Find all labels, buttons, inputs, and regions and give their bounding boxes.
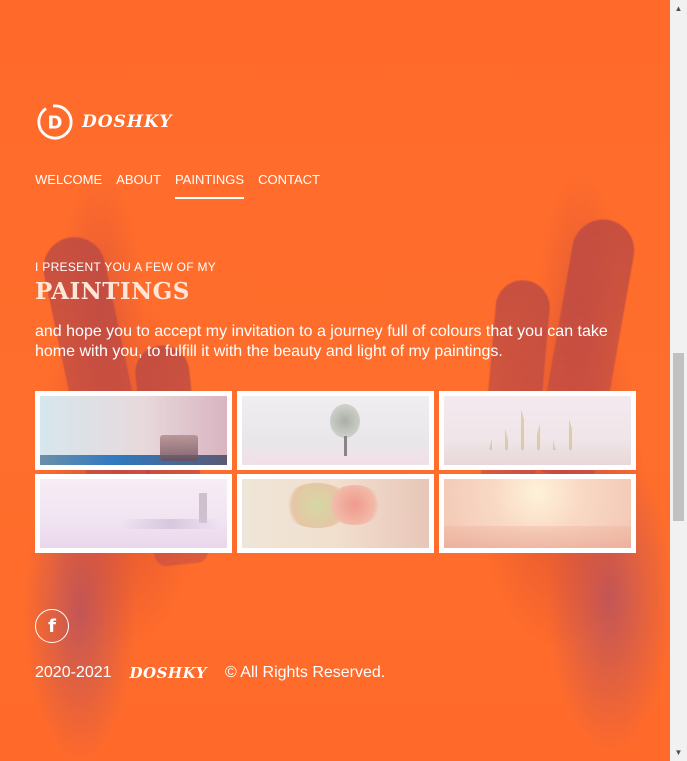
gallery-thumbnail[interactable] <box>35 391 232 470</box>
main-nav: WELCOME ABOUT PAINTINGS CONTACT <box>35 172 320 199</box>
scroll-up-icon[interactable]: ▲ <box>670 0 687 17</box>
scroll-down-icon[interactable]: ▼ <box>670 744 687 761</box>
footer: 2020-2021 DOSHKY © All Rights Reserved. <box>35 664 385 682</box>
gallery-thumbnail[interactable] <box>439 474 636 553</box>
gallery-thumbnail[interactable] <box>439 391 636 470</box>
footer-years: 2020-2021 <box>35 664 112 681</box>
intro-title: PAINTINGS <box>35 278 190 305</box>
brand-logo[interactable]: D DOSHKY <box>36 103 172 141</box>
page-background: D DOSHKY WELCOME ABOUT PAINTINGS CONTACT… <box>0 0 670 761</box>
footer-logo: DOSHKY <box>129 664 207 682</box>
painting-thumbnail-image <box>444 396 631 465</box>
facebook-button[interactable]: f <box>35 609 69 643</box>
logo-mark-icon: D <box>37 104 73 140</box>
nav-contact[interactable]: CONTACT <box>258 172 320 199</box>
facebook-icon: f <box>48 615 56 637</box>
nav-paintings[interactable]: PAINTINGS <box>174 172 245 199</box>
gallery-thumbnail[interactable] <box>237 474 434 553</box>
svg-text:D: D <box>48 113 63 134</box>
painting-thumbnail-image <box>242 479 429 548</box>
gallery-thumbnail[interactable] <box>237 391 434 470</box>
vertical-scrollbar[interactable]: ▲ ▼ <box>670 0 687 761</box>
scroll-thumb[interactable] <box>673 353 684 521</box>
paintings-gallery <box>35 391 636 553</box>
intro-body: and hope you to accept my invitation to … <box>35 323 608 360</box>
footer-rights: © All Rights Reserved. <box>224 664 386 681</box>
logo-text: DOSHKY <box>82 112 173 132</box>
gallery-thumbnail[interactable] <box>35 474 232 553</box>
painting-thumbnail-image <box>40 396 227 465</box>
painting-thumbnail-image <box>444 479 631 548</box>
painting-thumbnail-image <box>242 396 429 465</box>
intro-kicker: I PRESENT YOU A FEW OF MY <box>35 260 217 274</box>
nav-welcome[interactable]: WELCOME <box>35 172 102 199</box>
painting-thumbnail-image <box>40 479 227 548</box>
nav-about[interactable]: ABOUT <box>116 172 161 199</box>
